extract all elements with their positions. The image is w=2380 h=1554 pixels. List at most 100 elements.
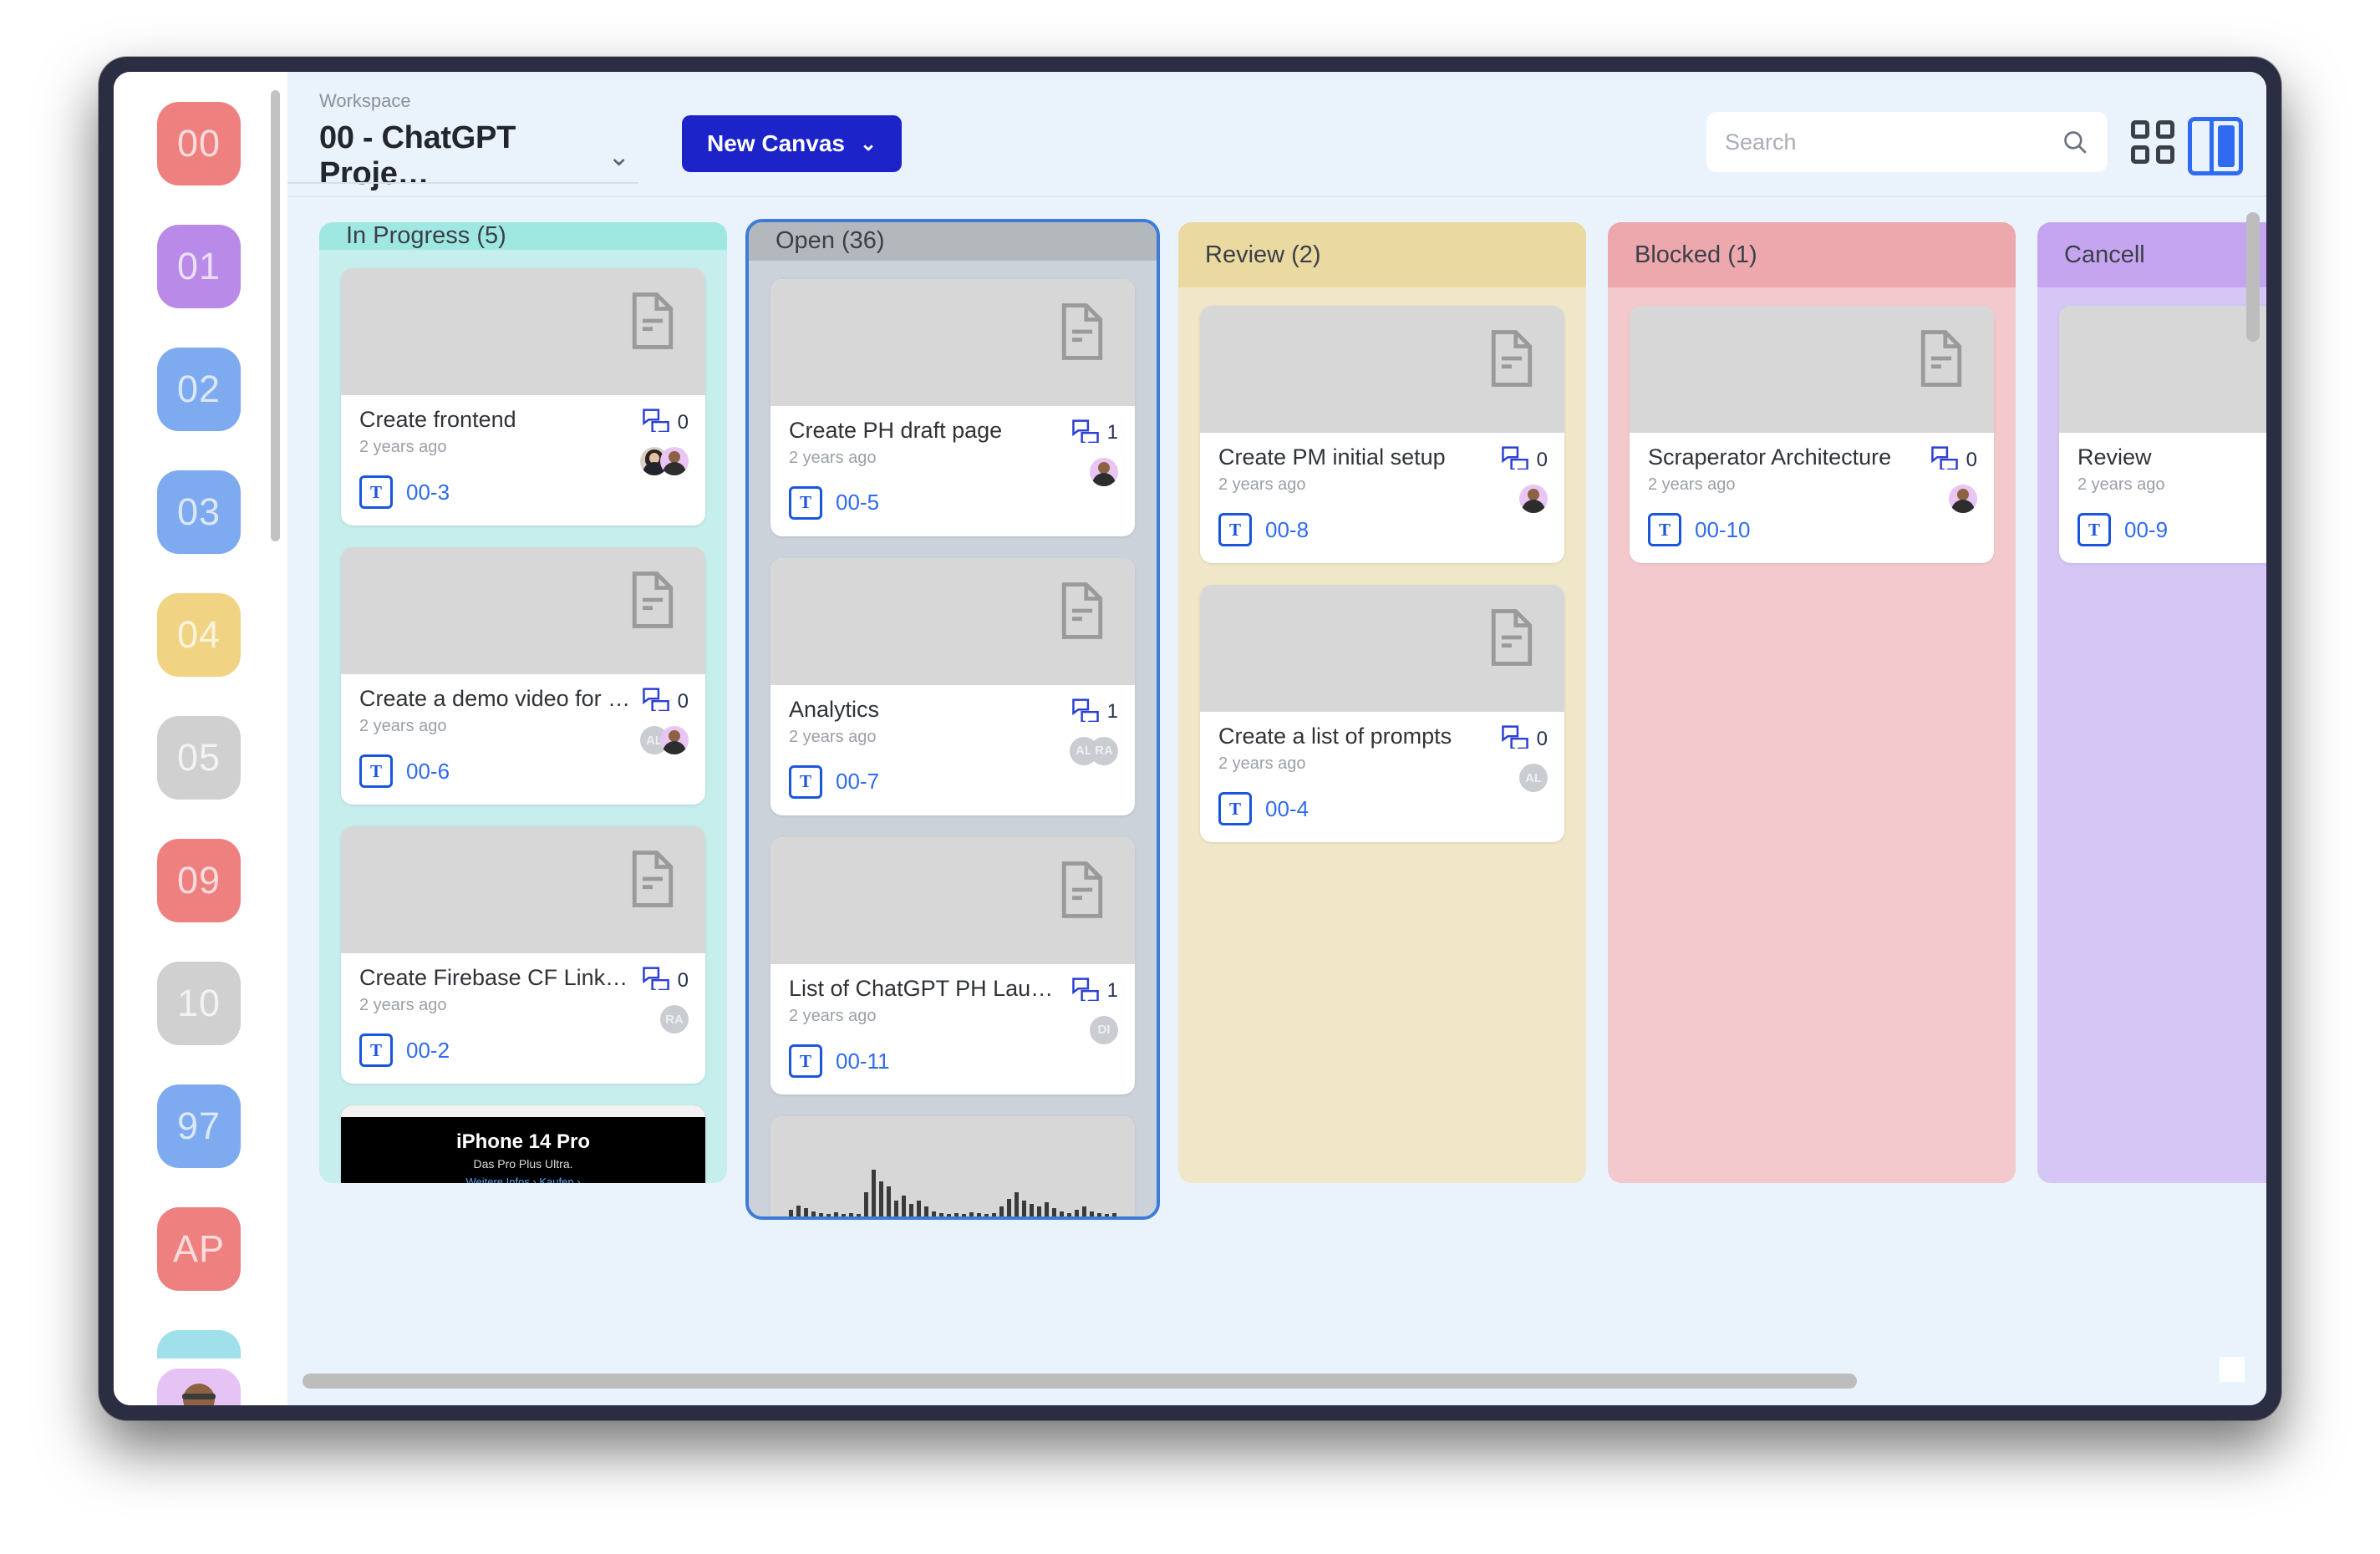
kanban-card[interactable]: Scraperator Architecture 2 years ago 0 T 00-… [1630,306,1994,564]
comment-count-value: 0 [677,689,689,713]
board-vertical-scrollbar[interactable] [2246,212,2260,342]
card-reference[interactable]: 00-9 [2124,517,2168,543]
column-header[interactable]: Review (2) [1178,222,1586,287]
column-card-list: Create frontend 2 years ago 0 T 00-3 Create a… [319,250,727,1183]
sidebar-tile-03[interactable]: 03 [157,470,241,554]
card-reference[interactable]: 00-6 [406,759,450,785]
card-comment-count[interactable]: 0 [1930,446,1977,475]
assignee-avatar[interactable]: DI [1090,1015,1118,1044]
column-header[interactable]: Blocked (1) [1608,222,2016,287]
sidebar-tile-label: 03 [176,490,221,533]
kanban-card[interactable]: Review 2 years ago T 00-9 [2059,306,2266,564]
kanban-column[interactable]: Review (2) Create PM initial setup 2 years… [1178,222,1586,1183]
card-reference[interactable]: 00-5 [836,490,879,515]
sidebar-scrollbar[interactable] [271,90,280,541]
text-type-icon: T [359,1033,393,1068]
kanban-card[interactable]: Create PM initial setup 2 years ago 0 T 00-8 [1200,306,1564,564]
kanban-column[interactable]: In Progress (5) Create frontend 2 years ag… [319,222,727,1183]
sidebar-tile-label: 04 [176,613,221,656]
workspace-selector[interactable]: Workspace 00 - ChatGPT Proje… ⌄ [319,90,635,192]
user-avatar[interactable] [157,1369,241,1405]
sidebar-tile-01[interactable]: 01 [157,225,241,308]
card-reference[interactable]: 00-11 [836,1049,890,1074]
column-title: Cancell [2064,241,2145,268]
search-icon[interactable] [2061,128,2089,156]
card-timestamp: 2 years ago [2077,475,2165,495]
sidebar-tile-AP[interactable]: AP [157,1207,241,1291]
grid-cell [2156,120,2174,139]
kanban-column[interactable]: Cancell Review 2 years ago T 00-9 [2037,222,2266,1183]
card-reference[interactable]: 00-3 [406,480,450,505]
card-comment-count[interactable]: 0 [1501,446,1548,475]
assignee-avatar[interactable] [1519,485,1548,513]
kanban-card[interactable]: Create frontend 2 years ago 0 T 00-3 [341,268,705,526]
board-view-icon[interactable] [2188,117,2243,175]
card-reference[interactable]: 00-10 [1695,517,1751,543]
column-title: Review (2) [1205,241,1321,268]
assignee-avatar[interactable]: AL [1519,764,1548,793]
column-header[interactable]: Cancell [2037,222,2266,287]
workspace-divider [287,182,638,184]
assignee-avatar[interactable] [660,447,689,475]
card-comment-count[interactable]: 0 [642,409,689,438]
sidebar-tile-02[interactable]: 02 [157,348,241,431]
assignee-avatar[interactable] [1090,457,1118,486]
sidebar-tile-10[interactable]: 10 [157,962,241,1045]
column-header[interactable]: In Progress (5) [319,222,727,250]
grid-view-icon[interactable] [2131,120,2174,164]
search-input[interactable] [1706,129,2061,155]
text-type-icon: T [789,1044,822,1078]
kanban-card[interactable]: List of ChatGPT PH Launches 2 years ago 1 D… [770,836,1135,1094]
kanban-card[interactable]: Analytics 2 years ago 1 AL RA T 00-7 [770,557,1135,815]
kanban-card-partial[interactable] [770,1116,1135,1216]
column-card-list: Create PM initial setup 2 years ago 0 T 00-8… [1178,287,1586,1183]
assignee-avatar[interactable]: RA [1090,736,1118,765]
sidebar-tile-partial[interactable] [157,1330,241,1358]
card-title: Create PH draft page [789,417,1003,443]
chevron-down-icon[interactable]: ⌄ [860,132,877,156]
chevron-down-icon[interactable]: ⌄ [608,143,635,170]
card-reference[interactable]: 00-2 [406,1038,450,1064]
new-canvas-button[interactable]: New Canvas ⌄ [682,115,903,172]
assignee-avatar[interactable] [660,726,689,755]
sidebar-tile-00[interactable]: 00 [157,102,241,185]
kanban-column[interactable]: Open (36) Create PH draft page 2 years ago… [745,219,1160,1220]
card-thumbnail [1200,585,1564,713]
card-comment-count[interactable]: 1 [1071,978,1118,1007]
sidebar-tile-05[interactable]: 05 [157,716,241,800]
kanban-card-partial[interactable]: iPhone 14 Pro Das Pro Plus Ultra. Weitere … [341,1105,705,1183]
card-reference[interactable]: 00-8 [1265,517,1309,543]
card-assignees: AL [640,726,689,755]
board-horizontal-scrollbar[interactable] [303,1374,1857,1389]
card-assignees: DI [1090,1015,1118,1044]
sidebar-tile-label: 09 [176,859,221,901]
kanban-card[interactable]: Create Firebase CF LinkedIn p… 2 years ag… [341,826,705,1084]
workspace-label: Workspace [319,90,411,111]
kanban-card[interactable]: Create a list of prompts 2 years ago 0 AL T 0… [1200,585,1564,843]
card-reference[interactable]: 00-4 [1265,796,1309,822]
sidebar-tile-97[interactable]: 97 [157,1084,241,1168]
kanban-card[interactable]: Create a demo video for PH la… 2 years ag… [341,547,705,805]
card-title: List of ChatGPT PH Launches [789,975,1065,1001]
card-comment-count[interactable]: 0 [1501,725,1548,754]
column-title: Open (36) [776,227,885,255]
card-timestamp: 2 years ago [789,1007,877,1025]
card-title: Analytics [789,696,880,722]
card-comment-count[interactable]: 0 [642,688,689,717]
card-thumbnail [770,557,1135,685]
sidebar-tile-09[interactable]: 09 [157,839,241,922]
sidebar-tile-04[interactable]: 04 [157,593,241,677]
card-comment-count[interactable]: 1 [1071,698,1118,728]
banner-links[interactable]: Weitere Infos › Kaufen › [341,1176,705,1183]
assignee-avatar[interactable] [1949,485,1977,513]
card-thumbnail [1630,306,1994,433]
card-comment-count[interactable]: 0 [642,967,689,996]
assignee-avatar[interactable]: RA [660,1005,689,1034]
card-reference[interactable]: 00-7 [836,769,879,795]
column-header[interactable]: Open (36) [749,222,1157,261]
sidebar: 00 01 02 03 04 05 09 10 97 AP [114,72,287,1405]
card-comment-count[interactable]: 1 [1071,419,1118,449]
kanban-card[interactable]: Create PH draft page 2 years ago 1 T 00-5 [770,278,1135,536]
kanban-column[interactable]: Blocked (1) Scraperator Architecture 2 yea… [1608,222,2016,1183]
search-box[interactable] [1706,112,2108,172]
